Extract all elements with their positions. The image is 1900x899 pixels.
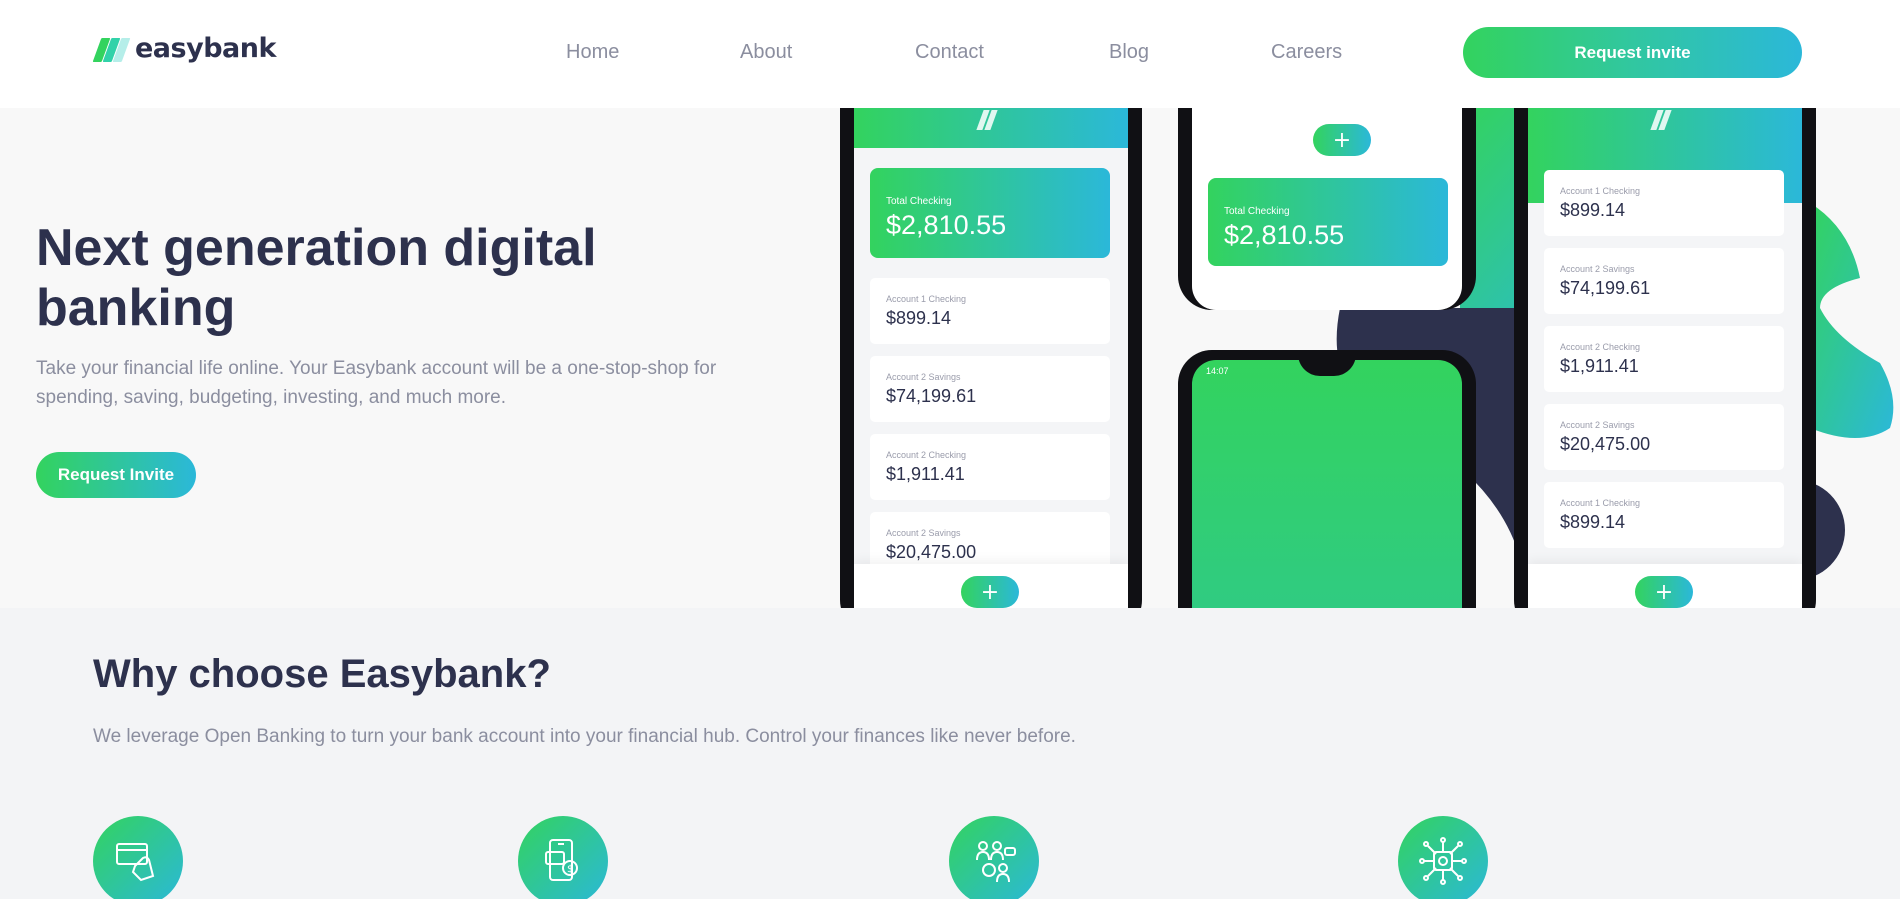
account-value: $1,911.41 [886, 464, 965, 484]
account-card: Account 2 Checking $1,911.41 [1544, 326, 1784, 392]
features-title: Why choose Easybank? [93, 652, 551, 696]
account-value: $20,475.00 [1560, 434, 1651, 454]
account-value: $899.14 [1560, 200, 1626, 220]
svg-text:$: $ [567, 864, 573, 875]
site-header: easybank Home About Contact Blog Careers… [0, 0, 1900, 108]
logo-mark-icon [974, 108, 1004, 132]
phone-notch [1298, 360, 1356, 376]
nav-link-about[interactable]: About [740, 41, 792, 64]
phone-mockup-right: Account 1 Checking $899.14 Account 2 Sav… [1514, 108, 1816, 608]
open-api-icon [1398, 816, 1488, 899]
nav-link-contact[interactable]: Contact [915, 41, 984, 64]
account-value: $1,911.41 [1560, 356, 1639, 376]
account-value: $74,199.61 [1560, 278, 1651, 298]
account-card: Account 2 Checking $1,911.41 [870, 434, 1110, 500]
onboarding-icon [949, 816, 1039, 899]
total-checking-card: Total Checking $2,810.55 [1208, 178, 1448, 266]
online-banking-icon [93, 816, 183, 899]
phone-status-time: 14:07 [1206, 366, 1229, 376]
total-checking-value: $2,810.55 [886, 210, 1007, 240]
account-card: Account 1 Checking $899.14 [870, 278, 1110, 344]
logo-mark-icon [1648, 108, 1678, 132]
phone-mockup-middle-top: + Total Checking $2,810.55 [1178, 108, 1476, 310]
hero-description: Take your financial life online. Your Ea… [36, 358, 717, 408]
account-value: $899.14 [1560, 512, 1626, 532]
account-card: Account 1 Checking $899.14 [1544, 482, 1784, 548]
total-checking-label: Total Checking [886, 196, 952, 207]
features-section: Why choose Easybank? We leverage Open Ba… [0, 608, 1900, 899]
account-label: Account 2 Savings [886, 372, 961, 382]
account-label: Account 1 Checking [1560, 186, 1641, 196]
add-icon: + [1635, 576, 1693, 608]
account-card: Account 2 Savings $20,475.00 [1544, 404, 1784, 470]
add-icon: + [961, 576, 1019, 608]
request-invite-button[interactable]: Request invite [1463, 27, 1802, 78]
account-value: $899.14 [886, 308, 952, 328]
account-value: $20,475.00 [886, 542, 977, 562]
phone-bottom-bar: + [1528, 564, 1802, 608]
account-label: Account 1 Checking [886, 294, 967, 304]
total-checking-value: $2,810.55 [1224, 220, 1345, 250]
total-checking-card: Total Checking $2,810.55 [870, 168, 1110, 258]
account-card: Account 1 Checking $899.14 [1544, 170, 1784, 236]
hero-section: Next generation digital banking Take you… [0, 108, 1900, 608]
nav-link-careers[interactable]: Careers [1271, 41, 1342, 64]
account-label: Account 2 Checking [1560, 342, 1641, 352]
account-label: Account 2 Savings [1560, 420, 1635, 430]
hero-title: Next generation digital banking [36, 219, 597, 337]
add-icon: + [1313, 124, 1371, 156]
budgeting-icon: $ [518, 816, 608, 899]
account-label: Account 2 Savings [886, 528, 961, 538]
phone-mockup-left: Total Checking $2,810.55 Account 1 Check… [840, 108, 1142, 608]
features-description: We leverage Open Banking to turn your ba… [93, 726, 1076, 747]
phone-mockup-middle-bottom: 14:07 [1178, 350, 1476, 608]
account-label: Account 2 Savings [1560, 264, 1635, 274]
account-label: Account 1 Checking [1560, 498, 1641, 508]
account-label: Account 2 Checking [886, 450, 967, 460]
nav-link-home[interactable]: Home [566, 41, 619, 64]
account-card: Account 2 Savings $74,199.61 [1544, 248, 1784, 314]
phone-bottom-bar: + [854, 564, 1128, 608]
hero-request-invite-button[interactable]: Request Invite [36, 452, 196, 498]
account-card: Account 2 Savings $74,199.61 [870, 356, 1110, 422]
nav-link-blog[interactable]: Blog [1109, 41, 1149, 64]
total-checking-label: Total Checking [1224, 206, 1290, 217]
account-value: $74,199.61 [886, 386, 977, 406]
